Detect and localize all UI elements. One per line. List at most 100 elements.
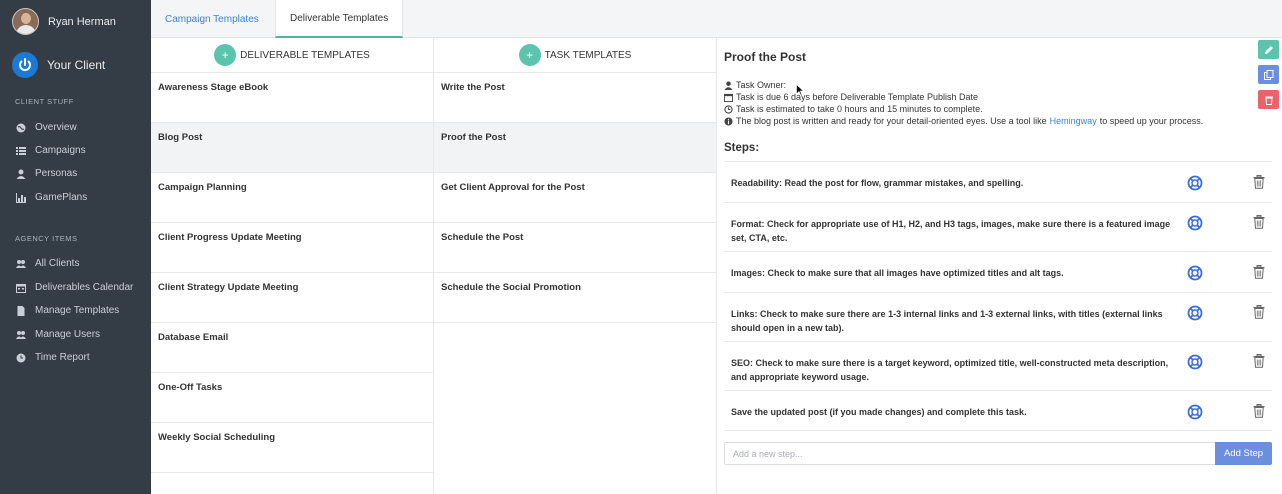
sidebar-item-time-report[interactable]: Time Report	[15, 352, 90, 363]
task-detail-panel: Proof the Post Task Owner: Task is due 6…	[717, 38, 1282, 494]
task-estimate-text: Task is estimated to take 0 hours and 15…	[736, 104, 983, 114]
trash-icon[interactable]	[1253, 215, 1265, 229]
add-deliverable-button[interactable]: +	[214, 44, 237, 66]
globe-icon	[15, 123, 27, 133]
step-row: Readability: Read the post for flow, gra…	[724, 161, 1272, 202]
sidebar-item-label: Deliverables Calendar	[35, 282, 134, 293]
lifebuoy-icon[interactable]	[1187, 175, 1203, 191]
trash-icon[interactable]	[1253, 404, 1265, 418]
sidebar-item-label: Personas	[35, 168, 78, 179]
task-templates-title: TASK TEMPLATES	[544, 49, 632, 61]
sidebar-item-manage-users[interactable]: Manage Users	[15, 329, 100, 340]
deliverable-item[interactable]: Client Progress Update Meeting	[151, 223, 433, 273]
task-item[interactable]: Write the Post	[434, 73, 716, 123]
step-row: Links: Check to make sure there are 1-3 …	[724, 292, 1272, 341]
user-icon	[724, 80, 733, 90]
sidebar-item-personas[interactable]: Personas	[15, 168, 77, 179]
delete-task-button[interactable]	[1258, 90, 1279, 109]
clock-icon	[724, 104, 733, 114]
step-text: Images: Check to make sure that all imag…	[731, 268, 1064, 278]
hemingway-link[interactable]: Hemingway	[1050, 116, 1097, 126]
task-item[interactable]: Schedule the Post	[434, 223, 716, 273]
sidebar-item-all-clients[interactable]: All Clients	[15, 258, 79, 269]
tab-campaign-templates[interactable]: Campaign Templates	[151, 0, 273, 38]
sidebar-item-label: Campaigns	[35, 145, 86, 156]
add-step-button[interactable]: Add Step	[1215, 442, 1272, 465]
step-text: Save the updated post (if you made chang…	[731, 407, 1027, 417]
task-templates-column: + TASK TEMPLATES Write the Post Proof th…	[434, 38, 717, 494]
step-text: SEO: Check to make sure there is a targe…	[731, 358, 1169, 382]
step-text: Format: Check for appropriate use of H1,…	[731, 219, 1171, 243]
sidebar-item-label: Time Report	[35, 352, 90, 363]
mouse-cursor-icon	[796, 84, 804, 96]
sidebar-item-manage-templates[interactable]: Manage Templates	[15, 305, 119, 316]
step-row: Save the updated post (if you made chang…	[724, 390, 1272, 431]
lifebuoy-icon[interactable]	[1187, 305, 1203, 321]
trash-icon[interactable]	[1253, 175, 1265, 189]
sidebar-item-label: Manage Users	[35, 329, 101, 340]
sidebar-item-gameplans[interactable]: GamePlans	[15, 192, 87, 203]
deliverable-item[interactable]: Campaign Planning	[151, 173, 433, 223]
lifebuoy-icon[interactable]	[1187, 265, 1203, 281]
calendar-icon	[15, 283, 27, 293]
deliverable-item[interactable]: Awareness Stage eBook	[151, 73, 433, 123]
task-owner-label: Task Owner:	[736, 80, 787, 90]
deliverable-templates-title: DELIVERABLE TEMPLATES	[240, 49, 370, 61]
info-icon	[724, 116, 733, 126]
task-title: Proof the Post	[724, 50, 807, 64]
pencil-icon	[1264, 45, 1273, 54]
clock-icon	[15, 353, 27, 363]
step-row: SEO: Check to make sure there is a targe…	[724, 341, 1272, 390]
task-item[interactable]: Schedule the Social Promotion	[434, 273, 716, 323]
file-icon	[15, 305, 27, 316]
users-icon	[15, 330, 27, 340]
user-profile[interactable]: Ryan Herman	[12, 8, 116, 35]
deliverable-templates-header: + DELIVERABLE TEMPLATES	[151, 38, 433, 73]
task-templates-header: + TASK TEMPLATES	[434, 38, 716, 73]
tab-deliverable-templates[interactable]: Deliverable Templates	[275, 0, 404, 38]
step-text: Links: Check to make sure there are 1-3 …	[731, 309, 1163, 333]
task-description-text-end: to speed up your process.	[1099, 116, 1204, 126]
deliverable-item[interactable]: Client Strategy Update Meeting	[151, 273, 433, 323]
deliverable-item[interactable]: One-Off Tasks	[151, 373, 433, 423]
sidebar-item-overview[interactable]: Overview	[15, 122, 77, 133]
deliverable-item[interactable]: Weekly Social Scheduling	[151, 423, 433, 473]
trash-icon[interactable]	[1253, 354, 1265, 368]
lifebuoy-icon[interactable]	[1187, 354, 1203, 370]
calendar-icon	[724, 93, 733, 102]
step-row: Format: Check for appropriate use of H1,…	[724, 202, 1272, 251]
client-selector[interactable]: Your Client	[12, 52, 105, 78]
task-description: The blog post is written and ready for y…	[724, 116, 1203, 126]
client-logo	[12, 52, 38, 78]
sidebar-item-label: Overview	[35, 122, 77, 133]
trash-icon[interactable]	[1253, 265, 1265, 279]
copy-task-button[interactable]	[1258, 65, 1279, 84]
task-estimate: Task is estimated to take 0 hours and 15…	[724, 104, 983, 114]
task-item[interactable]: Proof the Post	[434, 123, 716, 173]
sidebar-item-label: Manage Templates	[35, 305, 120, 316]
list-icon	[15, 146, 27, 156]
step-row: Images: Check to make sure that all imag…	[724, 251, 1272, 292]
deliverable-item[interactable]: Blog Post	[151, 123, 433, 173]
client-section-title: CLIENT STUFF	[15, 97, 74, 106]
user-name: Ryan Herman	[48, 15, 116, 28]
lifebuoy-icon[interactable]	[1187, 215, 1203, 231]
trash-icon[interactable]	[1253, 305, 1265, 319]
step-text: Readability: Read the post for flow, gra…	[731, 178, 1024, 188]
task-item[interactable]: Get Client Approval for the Post	[434, 173, 716, 223]
new-step-input[interactable]	[724, 442, 1216, 465]
task-due: Task is due 6 days before Deliverable Te…	[724, 92, 978, 102]
sidebar: Ryan Herman Your Client CLIENT STUFF Ove…	[0, 0, 151, 494]
add-task-button[interactable]: +	[518, 44, 541, 66]
trash-icon	[1264, 96, 1273, 105]
sidebar-item-label: All Clients	[35, 258, 80, 269]
edit-task-button[interactable]	[1258, 40, 1279, 59]
deliverable-item[interactable]: Database Email	[151, 323, 433, 373]
power-icon	[19, 58, 31, 71]
lifebuoy-icon[interactable]	[1187, 404, 1203, 420]
tab-bar: Campaign Templates Deliverable Templates	[151, 0, 1282, 38]
avatar	[12, 8, 39, 35]
sidebar-item-campaigns[interactable]: Campaigns	[15, 145, 86, 156]
sidebar-item-label: GamePlans	[35, 192, 88, 203]
sidebar-item-deliverables-calendar[interactable]: Deliverables Calendar	[15, 282, 133, 293]
